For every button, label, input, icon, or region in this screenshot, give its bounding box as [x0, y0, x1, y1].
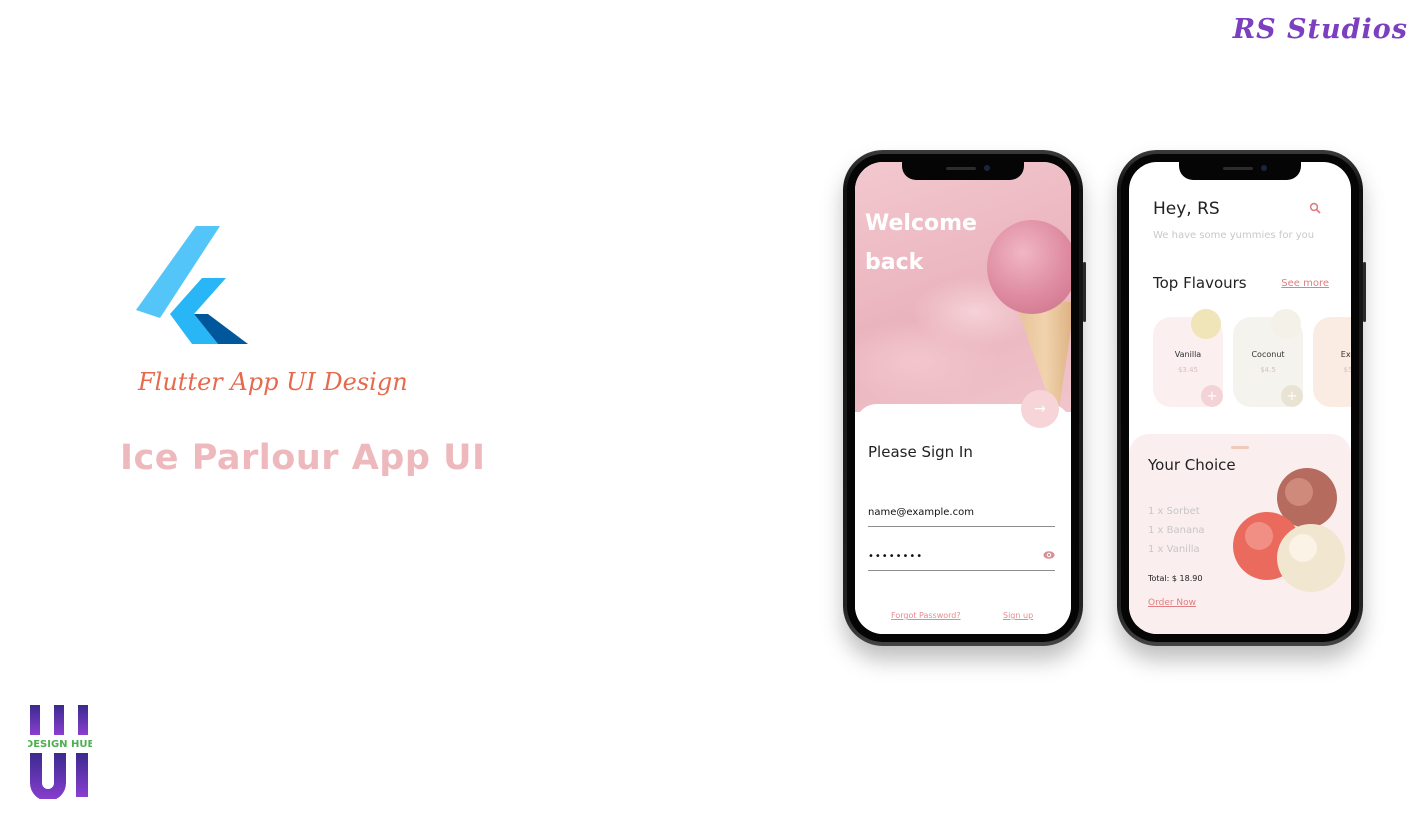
login-phone: Welcome back → Please Sign In name@examp…	[843, 150, 1086, 646]
flavour-image	[1271, 309, 1301, 339]
add-button[interactable]: +	[1281, 385, 1303, 407]
signin-prompt: Please Sign In	[868, 443, 973, 461]
phone-notch	[1179, 161, 1301, 180]
studio-brand: RS Studios	[1232, 14, 1408, 45]
choice-item: 1 x Vanilla	[1148, 544, 1200, 555]
greeting: Hey, RS	[1153, 199, 1220, 219]
flavour-name: Exo	[1340, 350, 1351, 359]
home-screen: Hey, RS We have some yummies for you Top…	[1129, 162, 1351, 634]
flavour-name: Coconut	[1251, 350, 1285, 359]
flavour-card[interactable]: Exo $5 +	[1313, 317, 1351, 407]
forgot-password-link[interactable]: Forgot Password?	[891, 611, 961, 620]
flavour-price: $4.5	[1260, 366, 1276, 374]
ice-cream-hero-image	[855, 162, 1071, 422]
scoop-image	[987, 220, 1071, 314]
eye-icon[interactable]	[1043, 549, 1055, 561]
signup-link[interactable]: Sign up	[1003, 611, 1033, 620]
ice-cream-scoops-image	[1233, 468, 1345, 592]
your-choice-panel: Your Choice 1 x Sorbet 1 x Banana 1 x Va…	[1129, 434, 1351, 634]
order-total: Total: $ 18.90	[1148, 574, 1203, 583]
drag-handle[interactable]	[1231, 446, 1249, 449]
flavour-image	[1191, 309, 1221, 339]
power-button	[1363, 262, 1366, 322]
order-now-link[interactable]: Order Now	[1148, 598, 1196, 608]
arrow-right-icon[interactable]: →	[1021, 390, 1059, 428]
phone-notch	[902, 161, 1024, 180]
app-title: Ice Parlour App UI	[120, 438, 486, 478]
welcome-heading: Welcome back	[865, 211, 977, 275]
flavour-price: $3.45	[1177, 366, 1199, 374]
password-value: ••••••••	[868, 551, 924, 562]
app-subtitle: Flutter App UI Design	[138, 368, 408, 396]
svg-text:DESIGN HUB: DESIGN HUB	[28, 739, 92, 750]
see-more-link[interactable]: See more	[1281, 278, 1329, 289]
home-phone: Hey, RS We have some yummies for you Top…	[1117, 150, 1366, 646]
section-title: Top Flavours	[1153, 274, 1247, 292]
flavour-card[interactable]: Vanilla $3.45 +	[1153, 309, 1223, 407]
flavour-card[interactable]: Coconut $4.5 +	[1233, 309, 1303, 407]
flutter-logo	[136, 226, 248, 344]
design-hub-logo: DESIGN HUB	[28, 705, 92, 799]
flavour-name: Vanilla	[1174, 350, 1202, 359]
flavour-price: $5	[1343, 366, 1351, 374]
choice-item: 1 x Sorbet	[1148, 506, 1200, 517]
power-button	[1083, 262, 1086, 322]
search-icon[interactable]	[1309, 202, 1321, 214]
add-button[interactable]: +	[1201, 385, 1223, 407]
tagline: We have some yummies for you	[1153, 230, 1315, 241]
login-screen: Welcome back → Please Sign In name@examp…	[855, 162, 1071, 634]
choice-item: 1 x Banana	[1148, 525, 1205, 536]
password-field[interactable]: ••••••••	[868, 551, 1055, 571]
email-field[interactable]: name@example.com	[868, 507, 1055, 527]
